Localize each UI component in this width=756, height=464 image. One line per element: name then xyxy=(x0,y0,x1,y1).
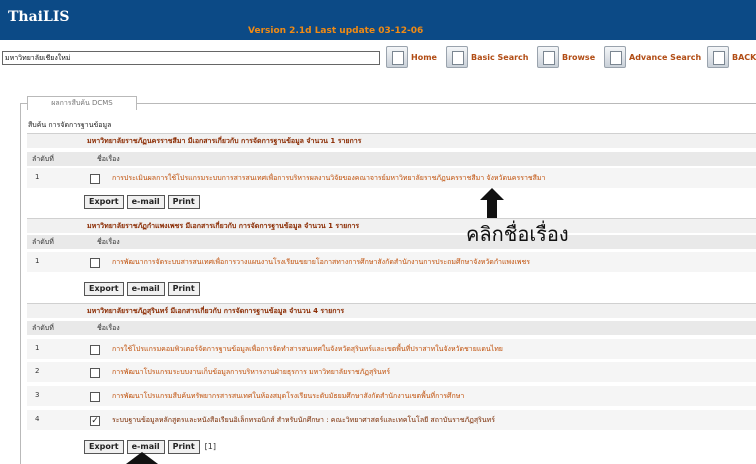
action-bar: Export e-mail Print xyxy=(84,194,200,209)
advance-search-label: Advance Search xyxy=(629,52,702,62)
export-button[interactable]: Export xyxy=(84,439,124,454)
advance-search-icon xyxy=(604,46,626,68)
table-row: 2 การพัฒนาโปรแกรมระบบงานเก็บข้อมูลการบริ… xyxy=(27,362,756,382)
row-checkbox[interactable] xyxy=(90,368,100,378)
version-text: Version 2.1d Last update 03-12-06 xyxy=(248,26,424,36)
action-bar: Export e-mail Print xyxy=(84,281,200,296)
library-name-field[interactable]: มหาวิทยาลัยเชียงใหม่ xyxy=(2,51,380,65)
advance-search-button[interactable]: Advance Search xyxy=(604,45,701,69)
record-title-link[interactable]: การพัฒนาการจัดระบบสารสนเทศเพื่อการวางแผน… xyxy=(112,257,530,268)
table-row: 1 การประเมินผลการใช้โปรแกรมระบบการสารสนเ… xyxy=(27,168,756,188)
email-button[interactable]: e-mail xyxy=(126,281,165,296)
pointer-arrow-icon xyxy=(126,452,158,464)
row-number: 4 xyxy=(35,415,40,423)
row-checkbox[interactable] xyxy=(90,258,100,268)
print-button[interactable]: Print xyxy=(167,281,200,296)
print-button[interactable]: Print xyxy=(167,194,200,209)
column-header: ลำดับที่ ชื่อเรื่อง xyxy=(27,321,756,335)
basic-search-button[interactable]: Basic Search xyxy=(446,45,529,69)
record-title-link[interactable]: การใช้โปรแกรมคอมพิวเตอร์จัดการฐานข้อมูลเ… xyxy=(112,344,503,355)
annotation-text: คลิกชื่อเรื่อง xyxy=(466,222,569,246)
tab-dcms-results[interactable]: ผลการสืบค้น DCMS xyxy=(27,96,137,110)
up-arrow-icon xyxy=(480,188,504,218)
row-checkbox[interactable] xyxy=(90,174,100,184)
row-checkbox[interactable]: ✓ xyxy=(90,416,100,426)
row-checkbox[interactable] xyxy=(90,392,100,402)
header-bar: ThaiLIS Version 2.1d Last update 03-12-0… xyxy=(0,0,756,40)
row-number: 1 xyxy=(35,257,40,265)
home-label: Home xyxy=(411,52,437,62)
back-button[interactable]: BACK xyxy=(707,45,756,69)
record-title-link[interactable]: การพัฒนาโปรแกรมระบบงานเก็บข้อมูลการบริหา… xyxy=(112,367,390,378)
search-doc-icon xyxy=(446,46,468,68)
column-no: ลำดับที่ xyxy=(32,155,54,163)
table-row: 1 การใช้โปรแกรมคอมพิวเตอร์จัดการฐานข้อมู… xyxy=(27,339,756,359)
column-no: ลำดับที่ xyxy=(32,238,54,246)
brand-logo: ThaiLIS xyxy=(8,9,70,25)
record-title-link[interactable]: การพัฒนาโปรแกรมสืบค้นทรัพยากรสารสนเทศในห… xyxy=(112,391,464,402)
back-label: BACK xyxy=(732,52,756,62)
email-button[interactable]: e-mail xyxy=(126,194,165,209)
section-heading: มหาวิทยาลัยราชภัฏกำแพงเพชร มีเอกสารเกี่ย… xyxy=(27,218,756,233)
home-button[interactable]: Home xyxy=(386,45,437,69)
table-row: 4 ✓ ระบบฐานข้อมูลหลักสูตรและหนังสือเรียน… xyxy=(27,410,756,430)
record-title-link[interactable]: การประเมินผลการใช้โปรแกรมระบบการสารสนเทศ… xyxy=(112,173,545,184)
section-heading: มหาวิทยาลัยราชภัฏนครราชสีมา มีเอกสารเกี่… xyxy=(27,133,756,148)
column-title: ชื่อเรื่อง xyxy=(97,238,120,246)
table-row: 1 การพัฒนาการจัดระบบสารสนเทศเพื่อการวางแ… xyxy=(27,252,756,272)
browse-button[interactable]: Browse xyxy=(537,45,595,69)
browse-label: Browse xyxy=(562,52,596,62)
column-header: ลำดับที่ ชื่อเรื่อง xyxy=(27,152,756,166)
basic-search-label: Basic Search xyxy=(471,52,529,62)
column-header: ลำดับที่ ชื่อเรื่อง xyxy=(27,235,756,249)
row-number: 2 xyxy=(35,367,40,375)
export-button[interactable]: Export xyxy=(84,194,124,209)
table-row: 3 การพัฒนาโปรแกรมสืบค้นทรัพยากรสารสนเทศใ… xyxy=(27,386,756,406)
toolbar: มหาวิทยาลัยเชียงใหม่ Home Basic Search B… xyxy=(0,40,756,74)
row-checkbox[interactable] xyxy=(90,345,100,355)
row-number: 1 xyxy=(35,344,40,352)
back-arrow-icon xyxy=(707,46,729,68)
column-title: ชื่อเรื่อง xyxy=(97,155,120,163)
section-heading: มหาวิทยาลัยราชภัฏสุรินทร์ มีเอกสารเกี่ยว… xyxy=(27,303,756,318)
row-number: 1 xyxy=(35,173,40,181)
column-no: ลำดับที่ xyxy=(32,324,54,332)
home-icon xyxy=(386,46,408,68)
column-title: ชื่อเรื่อง xyxy=(97,324,120,332)
breadcrumb: สืบค้น การจัดการฐานข้อมูล xyxy=(28,121,112,129)
browse-icon xyxy=(537,46,559,68)
record-title-link[interactable]: ระบบฐานข้อมูลหลักสูตรและหนังสือเรียนอิเล… xyxy=(112,415,495,426)
print-button[interactable]: Print xyxy=(167,439,200,454)
row-number: 3 xyxy=(35,391,40,399)
export-button[interactable]: Export xyxy=(84,281,124,296)
selection-count: [1] xyxy=(204,442,217,451)
